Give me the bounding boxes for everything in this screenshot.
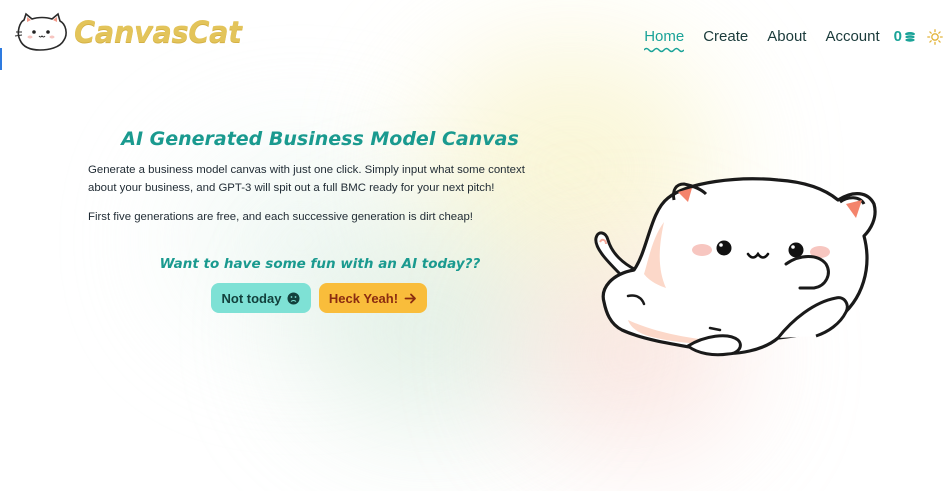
sad-face-icon <box>287 292 300 304</box>
header: CanvasCat Home Create About Account 0 <box>0 0 951 70</box>
nav-about[interactable]: About <box>767 28 806 45</box>
cat-mascot-illustration <box>594 177 877 357</box>
logo[interactable]: CanvasCat <box>12 10 242 54</box>
main-nav: Home Create About Account 0 <box>625 28 943 53</box>
not-today-button[interactable]: Not today <box>211 283 311 313</box>
nav-home[interactable]: Home <box>644 28 685 53</box>
hero-note: First five generations are free, and eac… <box>88 211 473 223</box>
arrow-right-icon <box>404 293 416 303</box>
sun-icon[interactable] <box>927 28 943 45</box>
active-underline-icon <box>644 47 685 53</box>
coin-balance[interactable]: 0 <box>894 28 917 45</box>
not-today-label: Not today <box>221 290 282 306</box>
nav-create[interactable]: Create <box>703 28 748 45</box>
coin-stack-icon <box>904 31 916 42</box>
hero-title: AI Generated Business Model Canvas <box>121 128 519 150</box>
brand-name: CanvasCat <box>74 15 242 49</box>
nav-home-label: Home <box>644 28 685 45</box>
coin-count: 0 <box>893 28 902 45</box>
fun-question: Want to have some fun with an AI today?? <box>159 256 481 272</box>
heck-yeah-label: Heck Yeah! <box>328 290 399 306</box>
cat-face-icon <box>14 12 67 51</box>
heck-yeah-button[interactable]: Heck Yeah! <box>319 283 427 313</box>
hero-description: Generate a business model canvas with ju… <box>88 164 525 194</box>
nav-account[interactable]: Account <box>825 28 879 45</box>
